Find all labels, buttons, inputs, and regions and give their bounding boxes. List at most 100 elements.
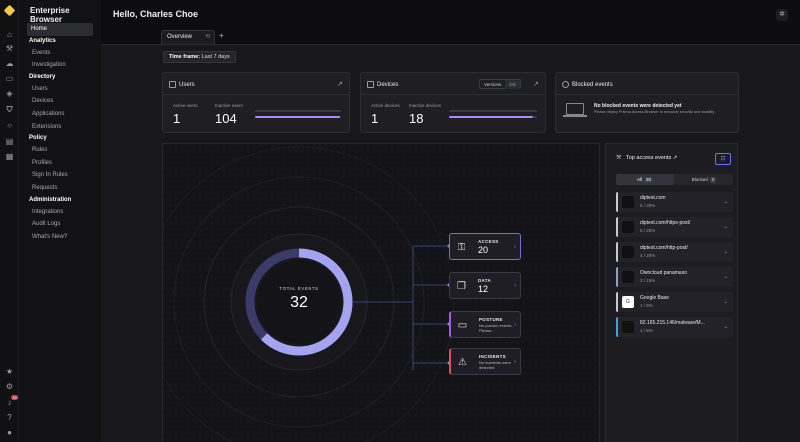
posture-label: POSTURE	[479, 317, 503, 322]
events-visualization: TOTAL EVENTS 32 ⚿ ACCESS 20 › ❐ DATA 12 …	[162, 143, 600, 442]
favicon-icon	[622, 321, 634, 333]
sidebar: Enterprise Browser Home Analytics Events…	[19, 0, 110, 442]
chevron-right-icon: ›	[514, 359, 516, 365]
shield-check-icon[interactable]: ⛉	[5, 105, 14, 114]
cloud-icon[interactable]: ☁	[5, 59, 14, 68]
inactive-devices-bar	[449, 116, 533, 118]
event-card-incidents[interactable]: ⚠ INCIDENTS No incidents were detected ›	[449, 348, 521, 375]
access-event-row[interactable]: diptest.com/http-post/4 / 20% ⌄	[616, 242, 733, 262]
timeframe-value: Last 7 days	[201, 54, 230, 60]
star-icon[interactable]: ★	[5, 367, 14, 376]
monitor-icon[interactable]: ▭	[5, 74, 14, 83]
users-card-title: Users	[179, 82, 195, 88]
favicon-icon	[622, 221, 634, 233]
inactive-users-bar	[255, 116, 341, 118]
access-event-row[interactable]: diptest.com 6 / 30% ⌄	[616, 192, 733, 212]
warning-icon: ⚠	[458, 357, 467, 368]
event-card-posture[interactable]: ▭ POSTURE No posture events. Please... ›	[449, 311, 521, 338]
logo-icon[interactable]	[3, 4, 16, 17]
favicon-icon	[622, 196, 634, 208]
devices-view-toggle[interactable]: Versions OS	[479, 79, 521, 89]
home-icon[interactable]: ⌂	[5, 30, 14, 39]
tab-close-icon[interactable]: ⟲	[205, 31, 210, 44]
devices-bar-track	[449, 110, 537, 112]
access-count: 3 / 15%	[640, 278, 656, 283]
wrench-icon: ⚒	[616, 155, 622, 161]
add-tab-button[interactable]: +	[219, 31, 224, 40]
whats-new-label: What's New?	[32, 233, 68, 240]
account-menu-icon[interactable]: ✲	[776, 9, 788, 21]
chevron-down-icon[interactable]: ⌄	[724, 324, 728, 330]
gear-icon[interactable]: ⚙	[5, 382, 14, 391]
access-count: 4 / 20%	[640, 253, 656, 258]
top-access-events-panel: ⚒ Top access events ↗ ⊡ All 20 Blocked 0 d…	[605, 143, 738, 442]
access-event-row[interactable]: 82.165.215.146/malware/M... 1 / 5% ⌄	[616, 317, 733, 337]
chevron-right-icon: ›	[514, 283, 516, 289]
shield-icon[interactable]: ◈	[5, 89, 14, 98]
external-link-icon[interactable]: ↗	[337, 80, 343, 88]
external-link-icon[interactable]: ↗	[533, 80, 539, 88]
users-bar-track-2	[255, 116, 341, 118]
inactive-users-label: Inactive users	[215, 103, 243, 108]
chevron-down-icon[interactable]: ⌄	[724, 224, 728, 230]
access-domain: diptest.com/https-post/	[640, 220, 691, 226]
timeframe-selector[interactable]: Time frame: Last 7 days	[163, 51, 236, 63]
access-event-row[interactable]: diptest.com/https-post/5 / 25% ⌄	[616, 217, 733, 237]
event-card-data[interactable]: ❐ DATA 12 ›	[449, 272, 521, 299]
users-icon	[169, 81, 176, 88]
access-label: ACCESS	[478, 239, 499, 244]
event-card-access[interactable]: ⚿ ACCESS 20 ›	[449, 233, 521, 260]
timeframe-label: Time frame:	[169, 54, 201, 60]
favicon-icon	[622, 246, 634, 258]
top-access-title: Top access events ↗	[626, 155, 678, 161]
notification-badge: 14	[11, 395, 18, 400]
inactive-devices-label: Inactive devices	[409, 103, 442, 108]
blocked-message: No blocked events were detected yet	[594, 103, 682, 109]
toggle-versions[interactable]: Versions	[480, 80, 505, 89]
document-icon[interactable]: ▤	[5, 137, 14, 146]
access-domain: 82.165.215.146/malware/M...	[640, 320, 705, 326]
key-icon: ⚿	[457, 242, 466, 253]
tab-overview[interactable]: Overview ⟲	[161, 30, 215, 44]
access-value: 20	[478, 245, 489, 255]
chevron-down-icon[interactable]: ⌄	[724, 199, 728, 205]
icon-rail: ⌂ ⚒ ☁ ▭ ◈ ⛉ ○ ▤ ▦ ★ ⚙ ♪ 14 ? ●	[0, 0, 19, 442]
total-events-value: 32	[290, 294, 308, 311]
chevron-down-icon[interactable]: ⌄	[724, 274, 728, 280]
inactive-users-value: 104	[215, 111, 237, 126]
events-graph	[163, 144, 599, 442]
sidebar-item-home[interactable]: Home	[27, 23, 93, 36]
active-devices-value: 1	[371, 111, 379, 126]
blocked-card-title: Blocked events	[572, 82, 613, 88]
help-icon[interactable]: ?	[5, 413, 14, 422]
active-users-label: Active users	[173, 103, 198, 108]
chevron-down-icon[interactable]: ⌄	[724, 249, 728, 255]
access-domain: Owncloud panamaxo	[640, 270, 687, 276]
laptop-icon	[563, 103, 587, 117]
access-domain: diptest.com/http-post/	[640, 245, 688, 251]
user-icon[interactable]: ●	[5, 428, 14, 437]
chevron-right-icon: ›	[514, 244, 516, 250]
access-event-row[interactable]: Owncloud panamaxo 3 / 15% ⌄	[616, 267, 733, 287]
tab-overview-label: Overview	[167, 34, 193, 40]
devices-icon	[367, 81, 374, 88]
blocked-icon	[562, 81, 569, 88]
main-content: Time frame: Last 7 days Users ↗ Active u…	[101, 44, 800, 442]
filter-blocked[interactable]: Blocked 0	[675, 174, 733, 185]
incidents-desc: No incidents were detected	[479, 360, 511, 370]
wand-icon[interactable]: ⚒	[5, 44, 14, 53]
data-label: DATA	[478, 278, 492, 283]
toggle-os[interactable]: OS	[505, 80, 520, 89]
greeting: Hello, Charles Choe	[113, 9, 199, 19]
access-count: 6 / 30%	[640, 203, 656, 208]
data-value: 12	[478, 284, 489, 294]
laptop-icon: ▭	[457, 320, 468, 331]
access-filter-segment: All 20 Blocked 0	[616, 174, 733, 185]
devices-bar-track-2	[449, 116, 537, 118]
circle-icon[interactable]: ○	[5, 121, 14, 130]
chevron-down-icon[interactable]: ⌄	[724, 299, 728, 305]
filter-all[interactable]: All 20	[616, 174, 674, 185]
access-event-row[interactable]: G Google Base 1 / 5% ⌄	[616, 292, 733, 312]
grid-icon[interactable]: ▦	[5, 152, 14, 161]
lock-button[interactable]: ⊡	[715, 153, 731, 165]
